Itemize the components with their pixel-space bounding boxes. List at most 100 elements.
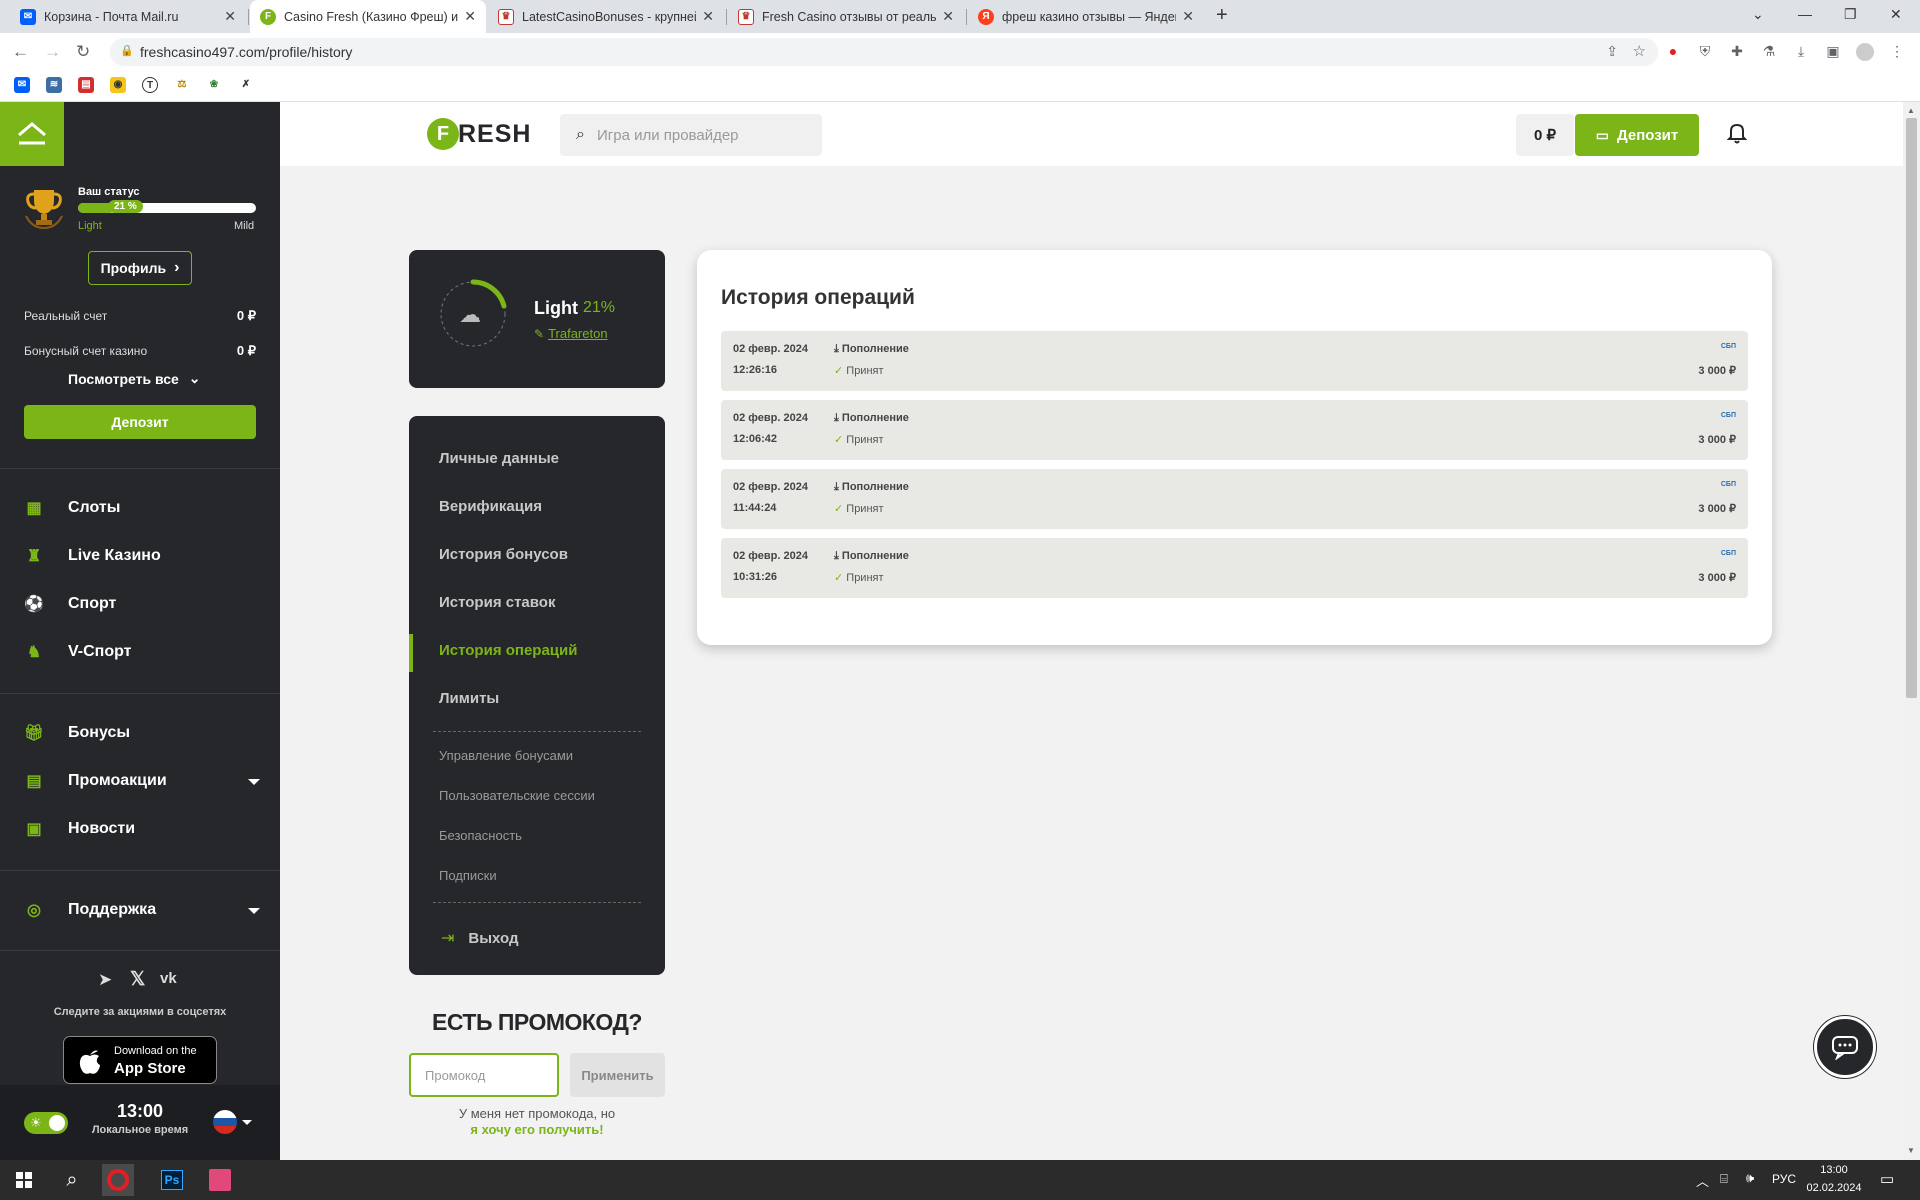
nav-slots-label: Слоты — [68, 499, 121, 516]
nav-bonuses-label: Бонусы — [68, 724, 130, 741]
menu-bonus-management[interactable]: Управление бонусами — [439, 748, 573, 763]
url-field[interactable]: 🔒 freshcasino497.com/profile/history ⇪ ☆ — [110, 38, 1658, 66]
volume-icon[interactable]: 🕪 — [1746, 1170, 1754, 1186]
header-balance[interactable]: 0 ₽ — [1516, 114, 1574, 156]
minimize-icon[interactable]: — — [1798, 6, 1812, 22]
download-icon[interactable]: ⤓ — [1792, 43, 1810, 61]
scroll-down-icon[interactable]: ▼ — [1907, 1146, 1915, 1155]
menu-bonus-history[interactable]: История бонусов — [439, 546, 568, 563]
theme-toggle[interactable]: ☀ — [24, 1112, 68, 1134]
browser-taskbar-icon[interactable] — [102, 1164, 134, 1196]
nav-support-label: Поддержка — [68, 901, 157, 918]
fresh-logo[interactable]: F — [427, 118, 459, 150]
bell-icon[interactable] — [1726, 122, 1748, 150]
nav-bonuses[interactable]: 🎁︎ Бонусы — [24, 723, 130, 743]
page-scrollbar[interactable]: ▲ ▼ — [1903, 102, 1920, 1160]
lab-icon[interactable]: ⚗ — [1760, 43, 1778, 61]
star-icon[interactable]: ☆ — [1633, 42, 1646, 60]
profile-button[interactable]: Профиль › — [88, 251, 192, 285]
menu-icon[interactable]: ⋮ — [1888, 43, 1906, 61]
new-tab-icon[interactable]: + — [1216, 4, 1228, 27]
chevron-down-icon[interactable] — [248, 908, 260, 914]
bookmark-icon[interactable]: ▤ — [78, 77, 94, 93]
menu-subscriptions[interactable]: Подписки — [439, 868, 497, 883]
sidepanel-icon[interactable]: ▣ — [1824, 43, 1842, 61]
menu-personal-data[interactable]: Личные данные — [439, 450, 559, 467]
promo-apply-button[interactable]: Применить — [570, 1053, 665, 1097]
logout-button[interactable]: ⇥ Выход — [441, 928, 519, 948]
nav-promotions[interactable]: ▤ Промоакции — [24, 771, 167, 791]
browser-tab-yandex[interactable]: Я фреш казино отзывы — Яндекс ✕ — [968, 0, 1204, 33]
x-twitter-icon[interactable]: 𝕏 — [130, 968, 145, 991]
bookmark-icon[interactable]: T — [142, 77, 158, 93]
search-icon[interactable]: ⌕ — [56, 1164, 88, 1196]
tray-chevron-icon[interactable]: ︿ — [1696, 1171, 1709, 1190]
nav-live-casino[interactable]: ♜ Live Казино — [24, 546, 161, 566]
chat-button[interactable] — [1814, 1016, 1876, 1078]
nav-slots[interactable]: ▦ Слоты — [24, 498, 120, 518]
browser-tab-mail[interactable]: ✉ Корзина - Почта Mail.ru ✕ — [10, 0, 246, 33]
taskbar-time[interactable]: 13:00 — [1806, 1164, 1862, 1176]
menu-limits[interactable]: Лимиты — [439, 690, 499, 707]
reload-icon[interactable]: ↻ — [76, 42, 90, 62]
nav-promotions-label: Промоакции — [68, 772, 167, 789]
russia-flag-icon[interactable] — [213, 1110, 237, 1134]
nav-sport[interactable]: ⚽ Спорт — [24, 594, 116, 614]
browser-tab-fresh[interactable]: F Casino Fresh (Казино Фреш) игр ✕ — [250, 0, 486, 33]
language-indicator[interactable]: РУС — [1772, 1172, 1796, 1186]
scroll-up-icon[interactable]: ▲ — [1907, 106, 1915, 115]
taskbar-date[interactable]: 02.02.2024 — [1800, 1182, 1868, 1194]
back-icon[interactable]: ← — [12, 42, 29, 62]
window-close-icon[interactable]: ✕ — [1890, 6, 1902, 23]
windows-start-icon[interactable] — [8, 1164, 40, 1196]
menu-verification[interactable]: Верификация — [439, 498, 542, 515]
bookmark-icon[interactable]: ≋ — [46, 77, 62, 93]
nav-vsport[interactable]: ♞ V-Спорт — [24, 642, 132, 662]
restore-icon[interactable]: ❐ — [1844, 6, 1857, 23]
bookmark-icon[interactable]: ❀ — [206, 77, 222, 93]
avatar[interactable] — [1856, 43, 1874, 61]
menu-security[interactable]: Безопасность — [439, 828, 522, 843]
menu-user-sessions[interactable]: Пользовательские сессии — [439, 788, 595, 803]
bookmark-icon[interactable]: ✗ — [238, 77, 254, 93]
app-store-button[interactable]: Download on the App Store — [63, 1036, 217, 1084]
calendar-app-icon[interactable] — [204, 1164, 236, 1196]
vk-icon[interactable]: vk — [160, 970, 177, 987]
photoshop-icon[interactable]: Ps — [156, 1164, 188, 1196]
view-all-toggle[interactable]: Посмотреть все ⌄ — [68, 370, 201, 387]
promo-input[interactable]: Промокод — [409, 1053, 559, 1097]
tab-search-icon[interactable]: ⌄ — [1752, 6, 1764, 23]
network-icon[interactable]: ⌸ — [1720, 1171, 1728, 1187]
home-button[interactable] — [0, 102, 64, 166]
browser-tab-lcb[interactable]: ♛ LatestCasinoBonuses - крупнейш ✕ — [488, 0, 724, 33]
bookmark-icon[interactable]: ◉ — [110, 77, 126, 93]
telegram-icon[interactable]: ➤ — [98, 970, 112, 990]
menu-bet-history[interactable]: История ставок — [439, 594, 555, 611]
nav-news[interactable]: ▣ Новости — [24, 819, 135, 839]
bookmark-icon[interactable]: ⚖ — [174, 77, 190, 93]
search-box[interactable]: ⌕ Игра или провайдер — [560, 114, 822, 156]
scrollbar-thumb[interactable] — [1906, 118, 1917, 698]
close-icon[interactable]: ✕ — [702, 8, 714, 25]
username-link[interactable]: ✎ Trafareton — [534, 326, 608, 341]
close-icon[interactable]: ✕ — [942, 8, 954, 25]
browser-tab-reviews[interactable]: ♛ Fresh Casino отзывы от реальны ✕ — [728, 0, 964, 33]
opera-icon[interactable]: ● — [1664, 43, 1682, 61]
chevron-down-icon[interactable] — [242, 1120, 252, 1125]
promo-get-link[interactable]: я хочу его получить! — [409, 1122, 665, 1137]
close-icon[interactable]: ✕ — [224, 8, 236, 25]
bookmark-mail-icon[interactable]: ✉ — [14, 77, 30, 93]
lcb-icon: ♛ — [498, 8, 514, 25]
chevron-down-icon[interactable] — [248, 779, 260, 785]
shield-icon[interactable]: ⛨ — [1696, 43, 1714, 61]
notifications-icon[interactable]: ▭ — [1880, 1170, 1894, 1188]
share-icon[interactable]: ⇪ — [1606, 43, 1618, 60]
sidebar-deposit-button[interactable]: Депозит — [24, 405, 256, 439]
close-icon[interactable]: ✕ — [464, 8, 476, 25]
header-deposit-button[interactable]: ▭ Депозит — [1575, 114, 1699, 156]
extensions-icon[interactable]: ✚ — [1728, 43, 1746, 61]
forward-icon[interactable]: → — [44, 42, 61, 62]
menu-operations-history[interactable]: История операций — [439, 642, 577, 659]
close-icon[interactable]: ✕ — [1182, 8, 1194, 25]
nav-support[interactable]: ◎ Поддержка — [24, 900, 156, 920]
